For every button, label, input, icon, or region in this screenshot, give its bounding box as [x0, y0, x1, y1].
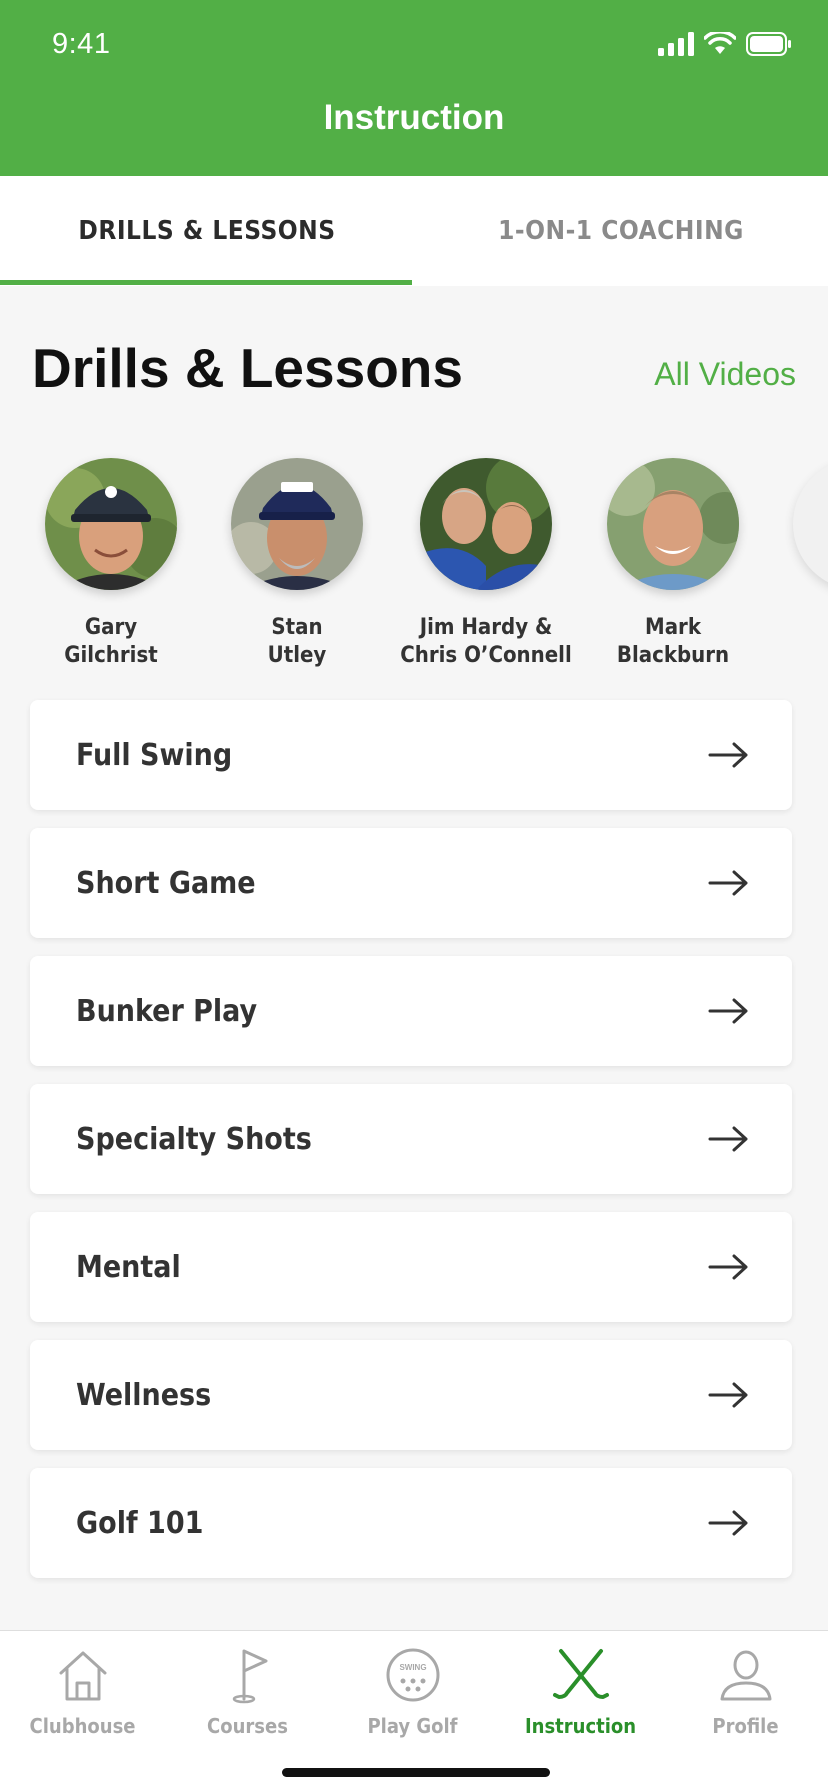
status-time: 9:41	[52, 28, 111, 60]
tab-bar: DRILLS & LESSONS 1-ON-1 COACHING	[0, 176, 828, 286]
house-icon	[59, 1651, 106, 1701]
arrow-right-icon	[708, 1254, 748, 1280]
section-title: Drills & Lessons	[32, 337, 463, 399]
category-label: Specialty Shots	[76, 1121, 312, 1157]
avatar	[420, 458, 552, 590]
tab-coaching[interactable]: 1-ON-1 COACHING	[414, 176, 828, 286]
tab-drills-lessons[interactable]: DRILLS & LESSONS	[0, 176, 414, 286]
arrow-right-icon	[708, 1126, 748, 1152]
category-label: Short Game	[76, 865, 256, 901]
avatar	[607, 458, 739, 590]
active-tab-indicator	[0, 280, 412, 285]
category-card[interactable]: Mental	[30, 1212, 792, 1322]
instructor-name: Gary Gilchrist	[64, 615, 158, 668]
avatar	[231, 458, 363, 590]
category-card[interactable]: Full Swing	[30, 700, 792, 810]
category-label: Wellness	[76, 1377, 212, 1413]
next-instructor-avatar[interactable]	[793, 458, 828, 590]
signal-icon	[658, 32, 694, 56]
nav-instruction[interactable]: Instruction	[498, 1645, 663, 1738]
instructor-jim-hardy-chris-oconnell[interactable]: Jim Hardy & Chris O’Connell	[396, 458, 576, 670]
home-indicator[interactable]	[282, 1768, 550, 1777]
category-card[interactable]: Bunker Play	[30, 956, 792, 1066]
instruction-screen: 9:41 Instruction DRILLS & LESSONS 1-ON-1…	[0, 0, 828, 1792]
instructor-name: Stan Utley	[267, 615, 327, 668]
nav-clubhouse[interactable]: Clubhouse	[0, 1645, 165, 1738]
svg-text:SWING: SWING	[399, 1663, 426, 1672]
instructor-gary-gilchrist[interactable]: Gary Gilchrist	[21, 458, 201, 670]
category-label: Mental	[76, 1249, 181, 1285]
category-card[interactable]: Short Game	[30, 828, 792, 938]
app-header: 9:41 Instruction	[0, 0, 828, 176]
all-videos-link[interactable]: All Videos	[654, 356, 796, 393]
crossed-clubs-icon	[552, 1649, 609, 1699]
category-card[interactable]: Golf 101	[30, 1468, 792, 1578]
instructor-mark-blackburn[interactable]: Mark Blackburn	[583, 458, 763, 670]
category-card[interactable]: Specialty Shots	[30, 1084, 792, 1194]
page-title: Instruction	[323, 98, 505, 137]
flag-icon	[232, 1649, 267, 1704]
nav-profile[interactable]: Profile	[663, 1645, 828, 1738]
arrow-right-icon	[708, 998, 748, 1024]
instructor-name: Mark Blackburn	[616, 615, 730, 668]
arrow-right-icon	[708, 870, 748, 896]
avatar	[45, 458, 177, 590]
battery-icon	[746, 32, 791, 56]
wifi-icon	[704, 32, 736, 54]
golf-ball-icon: SWING	[386, 1648, 439, 1702]
person-icon	[720, 1650, 771, 1701]
nav-courses[interactable]: Courses	[165, 1645, 330, 1738]
arrow-right-icon	[708, 742, 748, 768]
nav-play-golf[interactable]: SWING Play Golf	[330, 1645, 495, 1738]
arrow-right-icon	[708, 1382, 748, 1408]
status-icons	[658, 32, 792, 56]
category-label: Bunker Play	[76, 993, 258, 1029]
instructor-name: Jim Hardy & Chris O’Connell	[400, 615, 572, 668]
category-label: Full Swing	[76, 737, 233, 773]
instructor-stan-utley[interactable]: Stan Utley	[207, 458, 387, 670]
category-card[interactable]: Wellness	[30, 1340, 792, 1450]
arrow-right-icon	[708, 1510, 748, 1536]
category-label: Golf 101	[76, 1505, 204, 1541]
